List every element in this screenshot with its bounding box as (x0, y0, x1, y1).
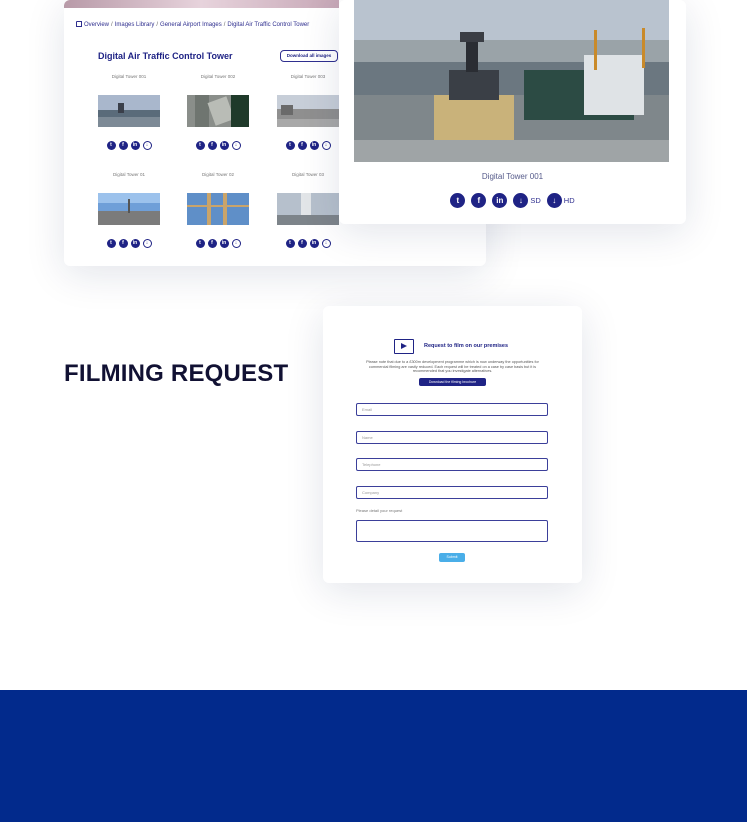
download-all-button[interactable]: Download all images (280, 50, 338, 62)
linkedin-icon[interactable]: in (492, 193, 508, 208)
section-title: FILMING REQUEST (64, 360, 289, 387)
tile-image[interactable] (187, 95, 249, 127)
share-row: t f in ↓ (277, 239, 339, 248)
breadcrumb-item-current: Digital Air Traffic Control Tower (227, 22, 310, 28)
tile-image[interactable] (98, 193, 160, 225)
download-hd-label: HD (563, 196, 575, 205)
form-heading: Request to film on our premises (424, 343, 509, 349)
share-row: t f in ↓ (98, 141, 160, 150)
tile-label: Digital Tower 02 (202, 172, 234, 177)
home-icon[interactable] (76, 21, 82, 27)
breadcrumb-separator: / (223, 22, 226, 28)
download-icon[interactable]: ↓ (231, 141, 241, 150)
image-tile: Digital Tower 03 t f in ↓ (277, 172, 339, 248)
detail-share-row: t f in ↓ SD ↓ HD (339, 193, 686, 208)
image-tile: Digital Tower 01 t f in ↓ (98, 172, 160, 248)
linkedin-icon[interactable]: in (309, 141, 319, 150)
facebook-icon[interactable]: f (207, 239, 217, 248)
twitter-icon[interactable]: t (195, 239, 205, 248)
download-icon[interactable]: ↓ (142, 239, 152, 248)
image-tile: Digital Tower 002 t f in ↓ (187, 74, 249, 150)
submit-button[interactable]: Submit (439, 553, 465, 562)
download-icon[interactable]: ↓ (142, 141, 152, 150)
facebook-icon[interactable]: f (297, 239, 307, 248)
image-detail-card: Digital Tower 001 t f in ↓ SD ↓ HD (339, 0, 686, 224)
download-icon: ↓ (513, 193, 529, 208)
share-row: t f in ↓ (187, 141, 249, 150)
download-icon[interactable]: ↓ (321, 239, 331, 248)
download-sd-label: SD (530, 196, 541, 205)
breadcrumb-separator: / (111, 22, 113, 28)
breadcrumb-separator: / (156, 22, 159, 28)
email-field[interactable]: Email (356, 403, 548, 416)
facebook-icon[interactable]: f (118, 239, 128, 248)
hero-image-strip (64, 0, 339, 8)
detail-caption: Digital Tower 001 (481, 172, 544, 181)
request-details-label: Please detail your request (356, 508, 403, 513)
linkedin-icon[interactable]: in (130, 141, 140, 150)
linkedin-icon[interactable]: in (130, 239, 140, 248)
tile-label: Digital Tower 002 (200, 74, 236, 79)
breadcrumb-item[interactable]: General Airport Images (160, 22, 222, 28)
filming-request-form: Request to film on our premises Please n… (323, 306, 582, 583)
facebook-icon[interactable]: f (471, 193, 487, 208)
breadcrumb-item[interactable]: Overview (84, 22, 109, 28)
share-row: t f in ↓ (277, 141, 339, 150)
page: Overview / Images Library / General Airport … (0, 0, 747, 822)
tile-image[interactable] (277, 95, 339, 127)
twitter-icon[interactable]: t (450, 193, 466, 208)
detail-photo (354, 0, 669, 162)
download-icon[interactable]: ↓ (231, 239, 241, 248)
tile-image[interactable] (277, 193, 339, 225)
linkedin-icon[interactable]: in (219, 239, 229, 248)
download-brochure-button[interactable]: Download the filming brochure (419, 378, 486, 386)
company-field[interactable]: Company (356, 486, 548, 499)
download-sd-button[interactable]: ↓ SD (513, 193, 541, 208)
form-notice: Please note that due to a £300m developm… (366, 360, 539, 374)
twitter-icon[interactable]: t (195, 141, 205, 150)
image-tile: Digital Tower 003 t f in ↓ (277, 74, 339, 150)
request-details-textarea[interactable] (356, 520, 548, 542)
twitter-icon[interactable]: t (285, 141, 295, 150)
download-icon[interactable]: ↓ (321, 141, 331, 150)
tile-image[interactable] (187, 193, 249, 225)
video-icon (394, 339, 414, 354)
linkedin-icon[interactable]: in (309, 239, 319, 248)
twitter-icon[interactable]: t (106, 239, 116, 248)
tile-label: Digital Tower 001 (111, 74, 147, 79)
facebook-icon[interactable]: f (118, 141, 128, 150)
gallery-title: Digital Air Traffic Control Tower (98, 51, 233, 61)
share-row: t f in ↓ (98, 239, 160, 248)
footer-band (0, 690, 747, 822)
tile-label: Digital Tower 03 (292, 172, 324, 177)
share-row: t f in ↓ (187, 239, 249, 248)
facebook-icon[interactable]: f (297, 141, 307, 150)
telephone-field[interactable]: Telephone (356, 458, 548, 471)
breadcrumb-item[interactable]: Images Library (115, 22, 155, 28)
download-hd-button[interactable]: ↓ HD (546, 193, 575, 208)
tile-label: Digital Tower 003 (290, 74, 326, 79)
twitter-icon[interactable]: t (106, 141, 116, 150)
tile-label: Digital Tower 01 (113, 172, 145, 177)
twitter-icon[interactable]: t (285, 239, 295, 248)
download-icon: ↓ (546, 193, 562, 208)
image-tile: Digital Tower 02 t f in ↓ (187, 172, 249, 248)
facebook-icon[interactable]: f (207, 141, 217, 150)
breadcrumb: Overview / Images Library / General Airport … (76, 21, 309, 28)
image-tile: Digital Tower 001 t f in ↓ (98, 74, 160, 150)
tile-image[interactable] (98, 95, 160, 127)
name-field[interactable]: Name (356, 431, 548, 444)
linkedin-icon[interactable]: in (219, 141, 229, 150)
